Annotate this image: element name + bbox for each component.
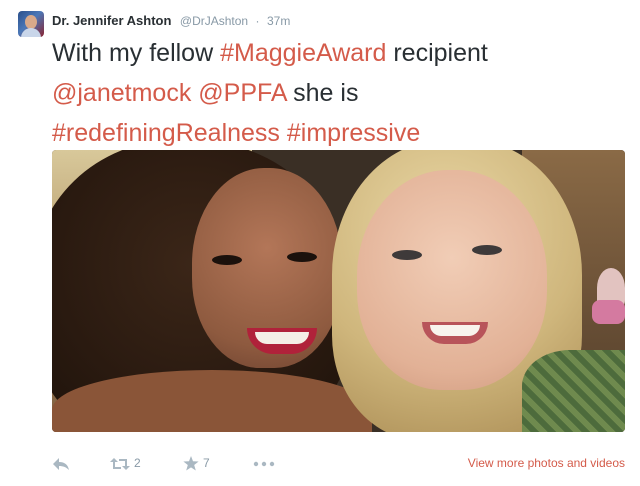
retweet-count: 2 bbox=[134, 456, 141, 470]
tweet-line-2: @janetmock @PPFA she is bbox=[52, 73, 612, 113]
mention-ppfa[interactable]: @PPFA bbox=[198, 79, 286, 107]
view-more-photos-link[interactable]: View more photos and videos bbox=[468, 454, 625, 472]
hashtag-impressive[interactable]: #impressive bbox=[287, 119, 420, 147]
photo-eye bbox=[212, 255, 242, 265]
tweet-timestamp[interactable]: 37m bbox=[267, 14, 290, 28]
avatar-head bbox=[25, 15, 37, 29]
tweet-text-segment: With my fellow bbox=[52, 39, 221, 67]
photo-teeth bbox=[255, 332, 309, 344]
photo-face-right bbox=[357, 170, 547, 390]
header-separator: · bbox=[255, 14, 260, 28]
author-handle[interactable]: @DrJAshton bbox=[180, 14, 248, 28]
author-name[interactable]: Dr. Jennifer Ashton bbox=[52, 13, 171, 28]
favorite-count: 7 bbox=[203, 456, 210, 470]
photo-teeth bbox=[430, 325, 480, 336]
photo-patterned-top bbox=[522, 350, 625, 432]
mention-janetmock[interactable]: @janetmock bbox=[52, 79, 191, 107]
tweet-photo[interactable] bbox=[52, 150, 625, 432]
photo-eye bbox=[287, 252, 317, 262]
tweet-header: Dr. Jennifer Ashton @DrJAshton · 37m bbox=[52, 12, 290, 30]
retweet-button[interactable]: 2 bbox=[110, 454, 141, 472]
hashtag-maggieaward[interactable]: #MaggieAward bbox=[220, 39, 386, 67]
photo-background-person-top bbox=[592, 300, 625, 324]
tweet-line-3: #redefiningRealness #impressive bbox=[52, 113, 612, 153]
more-button[interactable] bbox=[253, 454, 275, 472]
tweet-text: With my fellow #MaggieAward recipient @j… bbox=[52, 33, 612, 153]
photo-eye bbox=[472, 245, 502, 255]
star-icon bbox=[183, 456, 199, 471]
photo-eye bbox=[392, 250, 422, 260]
retweet-icon bbox=[110, 457, 130, 470]
tweet-actions: 2 7 View more photos and videos bbox=[52, 450, 627, 476]
favorite-button[interactable]: 7 bbox=[183, 454, 210, 472]
tweet-text-segment: she is bbox=[286, 79, 359, 107]
reply-icon bbox=[53, 457, 69, 470]
avatar-body bbox=[21, 28, 41, 37]
hashtag-redefiningrealness[interactable]: #redefiningRealness bbox=[52, 119, 280, 147]
author-avatar[interactable] bbox=[18, 11, 44, 37]
reply-button[interactable] bbox=[52, 454, 70, 472]
tweet-text-segment: recipient bbox=[386, 39, 488, 67]
more-dots-icon bbox=[253, 461, 275, 467]
tweet-text-segment bbox=[280, 119, 287, 147]
tweet-line-1: With my fellow #MaggieAward recipient bbox=[52, 33, 612, 73]
